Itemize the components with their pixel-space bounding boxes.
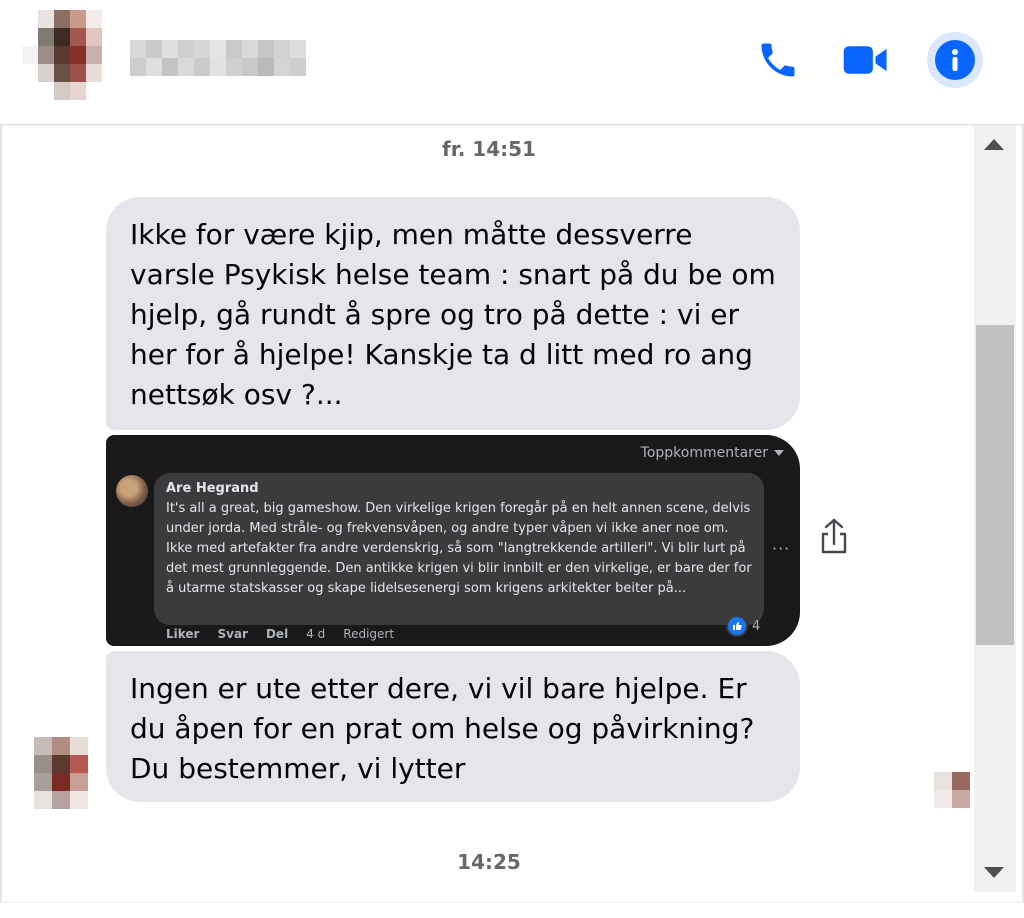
comment-author: Are Hegrand	[166, 481, 259, 496]
sender-avatar[interactable]	[34, 737, 90, 809]
scroll-up-arrow-icon[interactable]	[984, 139, 1004, 150]
scrollbar[interactable]	[974, 125, 1016, 892]
commenter-avatar	[116, 475, 148, 507]
comment-age: 4 d	[306, 627, 326, 641]
video-camera-icon	[843, 46, 887, 74]
comment-bubble: Are Hegrand It's all a great, big gamesh…	[154, 473, 764, 625]
comment-actions: Liker Svar Del 4 d Redigert	[166, 627, 394, 641]
comment-reply-label: Svar	[217, 627, 248, 641]
message-bubble[interactable]: Ikke for være kjip, men måtte dessverre …	[106, 197, 800, 430]
message-bubble[interactable]: Ingen er ute etter dere, vi vil bare hje…	[106, 651, 800, 802]
comment-edited: Redigert	[343, 627, 395, 641]
info-icon	[935, 40, 975, 80]
chat-header	[0, 0, 1024, 125]
contact-avatar[interactable]	[22, 10, 118, 100]
reaction-count: 4	[752, 618, 761, 634]
phone-icon	[761, 43, 795, 77]
conversation-info-button[interactable]	[927, 32, 983, 88]
thumbs-up-icon	[726, 615, 748, 637]
video-call-button[interactable]	[838, 32, 894, 88]
message-timestamp: fr. 14:51	[442, 137, 536, 161]
composer-edge	[0, 902, 1024, 918]
call-button[interactable]	[750, 32, 806, 88]
caret-down-icon	[774, 450, 784, 456]
comment-text: It's all a great, big gameshow. Den virk…	[166, 501, 752, 596]
sort-label: Toppkommentarer	[641, 445, 784, 461]
scrollbar-thumb[interactable]	[976, 325, 1014, 645]
read-receipt-avatar	[934, 772, 970, 808]
share-button[interactable]	[814, 516, 854, 560]
window-border-left	[0, 0, 2, 917]
comment-like-label: Liker	[166, 627, 200, 641]
share-icon	[821, 518, 847, 554]
comment-share-label: Del	[265, 627, 289, 641]
more-options-icon: ···	[772, 539, 791, 558]
scroll-down-arrow-icon[interactable]	[984, 867, 1004, 878]
reaction-summary: 4	[726, 615, 760, 637]
message-timestamp: 14:25	[457, 850, 521, 874]
image-attachment[interactable]: Toppkommentarer Are Hegrand It's all a g…	[106, 435, 800, 646]
contact-name-blurred[interactable]	[130, 40, 306, 76]
